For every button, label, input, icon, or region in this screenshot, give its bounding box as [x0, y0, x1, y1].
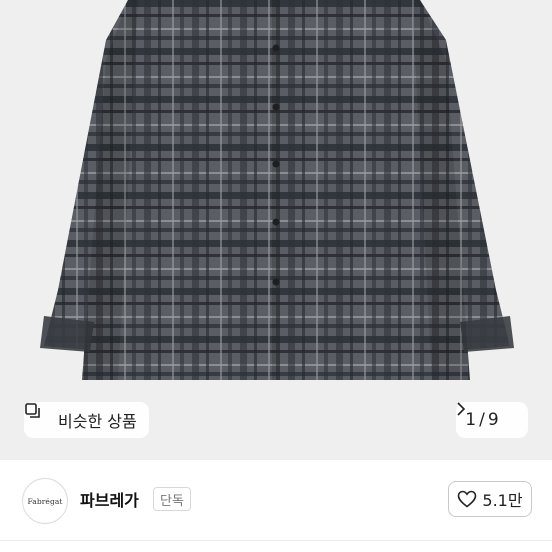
seller-name[interactable]: 파브레가: [80, 487, 139, 511]
like-count: 5.1만: [482, 491, 523, 510]
heart-outline-icon: [458, 490, 477, 508]
seller-logo[interactable]: Fabrégat: [22, 478, 68, 524]
similar-items-button[interactable]: 비슷한 상품: [24, 402, 149, 438]
pager-current: 1: [465, 410, 477, 430]
chevron-right-icon[interactable]: [457, 402, 519, 427]
similar-items-label: 비슷한 상품: [58, 412, 137, 431]
product-image: [40, 0, 514, 380]
seller-logo-text: Fabrégat: [27, 496, 63, 506]
product-image-carousel[interactable]: 비슷한 상품 1 / 9: [0, 0, 552, 460]
like-button[interactable]: 5.1만: [448, 481, 532, 517]
pager-total: 9: [487, 410, 499, 430]
pager-separator: /: [479, 410, 485, 430]
divider: [0, 540, 552, 541]
exclusive-badge: 단독: [153, 487, 191, 511]
similar-items-icon: [25, 403, 52, 429]
image-pager[interactable]: 1 / 9: [456, 402, 528, 438]
